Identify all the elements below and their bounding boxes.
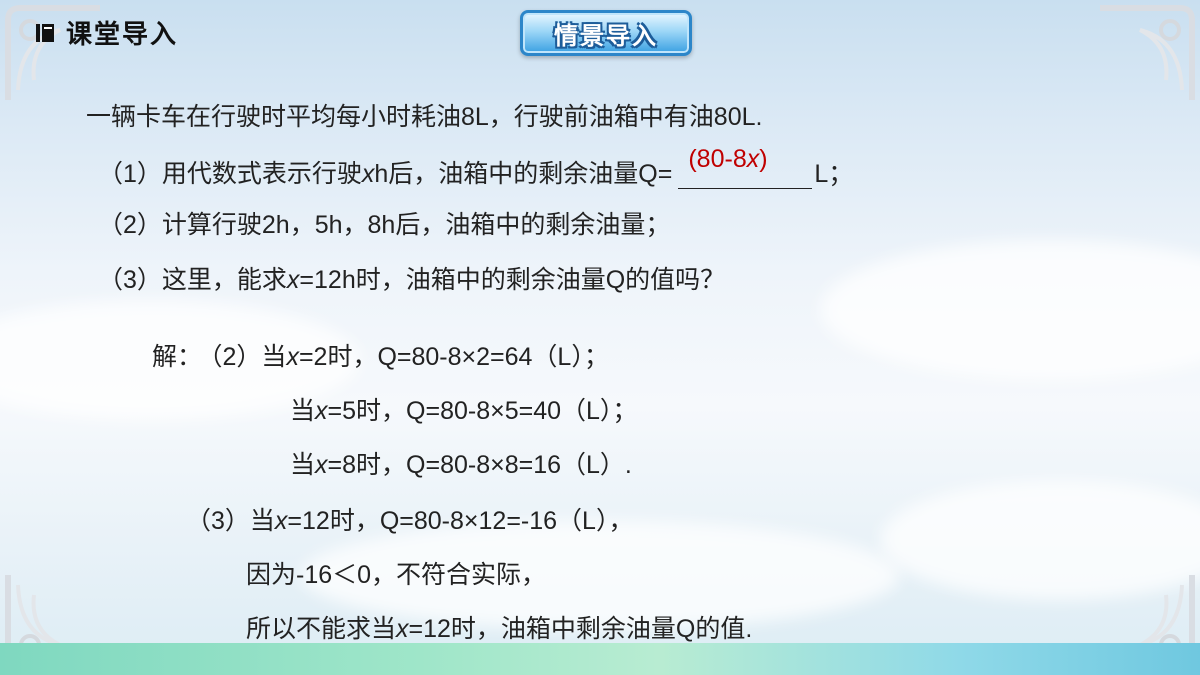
solution-line-4: （3）当x=12时，Q=80-8×12=-16（L）， [186, 506, 633, 536]
solution-part-3: （3） [186, 507, 250, 535]
cloud-decoration [820, 240, 1200, 380]
section-header: 课堂导入 [34, 14, 178, 51]
solution-line-5: 因为-16＜0，不符合实际， [246, 561, 547, 589]
answer-part: (80-8 [688, 145, 747, 173]
solution-part-2: （2） [210, 343, 262, 371]
solution-line-3: 当x=8时，Q=80-8×8=16（L）. [290, 450, 632, 480]
solution-conclusion-suffix: =12时，油箱中剩余油量Q的值. [408, 615, 753, 643]
question-1-suffix: L； [814, 160, 854, 188]
page-title: 课堂导入 [66, 19, 179, 49]
variable-x: x [361, 160, 375, 188]
solution-conclusion-prefix: 所以不能求当 [246, 615, 397, 643]
corner-ornament-icon [1100, 5, 1195, 100]
variable-x: x [286, 343, 299, 371]
badge-label: 情景导入 [554, 22, 658, 50]
book-icon [36, 23, 54, 42]
solution-label: 解： [152, 343, 203, 371]
variable-x: x [315, 397, 328, 425]
slide: 课堂导入 情景导入 一辆卡车在行驶时平均每小时耗油8L，行驶前油箱中有油80L.… [0, 0, 1200, 675]
question-3-prefix: （3）这里，能求 [98, 266, 287, 294]
question-3-suffix: =12h时，油箱中的剩余油量Q的值吗？ [299, 266, 726, 294]
question-1-mid: h后，油箱中的剩余油量Q= [374, 160, 673, 188]
solution-line-2: 当x=5时，Q=80-8×5=40（L）； [290, 396, 637, 426]
solution-expression: =12时，Q=80-8×12=-16（L）， [287, 507, 634, 535]
question-3: （3）这里，能求x=12h时，油箱中的剩余油量Q的值吗？ [98, 265, 725, 295]
solution-line-6: 所以不能求当x=12时，油箱中剩余油量Q的值. [246, 614, 752, 644]
solution-when: 当 [290, 451, 316, 479]
solution-expression: =2时，Q=80-8×2=64（L）； [298, 343, 609, 371]
question-2: （2）计算行驶2h，5h，8h后，油箱中的剩余油量； [98, 211, 671, 239]
answer-blank: (80-8x) [678, 145, 813, 189]
answer-variable: x [746, 145, 760, 173]
question-1: （1）用代数式表示行驶xh后，油箱中的剩余油量Q= (80-8x) L； [98, 145, 854, 189]
answer-part: ) [759, 145, 768, 173]
solution-line-1: 解： （2）当x=2时，Q=80-8×2=64（L）； [152, 342, 609, 372]
variable-x: x [286, 266, 300, 294]
variable-x: x [315, 451, 328, 479]
solution-expression: =8时，Q=80-8×8=16（L）. [327, 451, 632, 479]
variable-x: x [396, 615, 409, 643]
question-1-prefix: （1）用代数式表示行驶 [98, 160, 362, 188]
bottom-bar [0, 643, 1200, 675]
variable-x: x [274, 507, 288, 535]
solution-when: 当 [249, 507, 275, 535]
section-badge: 情景导入 [520, 10, 692, 56]
solution-when: 当 [290, 397, 316, 425]
problem-intro: 一辆卡车在行驶时平均每小时耗油8L，行驶前油箱中有油80L. [86, 103, 763, 131]
answer-text: (80-8x) [688, 144, 767, 174]
solution-when: 当 [261, 343, 287, 371]
solution-expression: =5时，Q=80-8×5=40（L）； [327, 397, 638, 425]
